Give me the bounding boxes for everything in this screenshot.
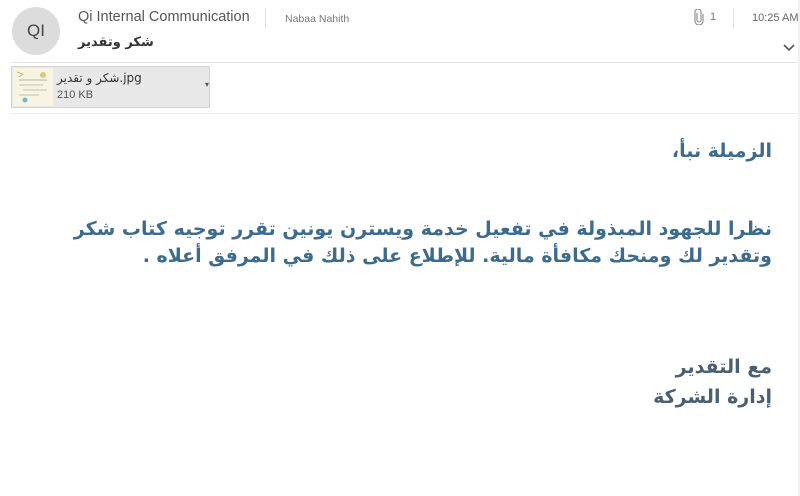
- avatar[interactable]: QI: [12, 7, 60, 55]
- recipient-name[interactable]: Nabaa Nahith: [285, 13, 349, 25]
- attachment-count[interactable]: 1: [694, 9, 716, 25]
- attachment-count-label: 1: [710, 11, 717, 23]
- attachment-menu-chevron-icon[interactable]: ▾: [205, 80, 209, 89]
- divider: [733, 8, 734, 28]
- attachment-thumbnail: [13, 68, 53, 106]
- divider: [10, 62, 800, 63]
- sender-name[interactable]: Qi Internal Communication: [78, 9, 250, 25]
- signature: إدارة الشركة: [653, 386, 772, 408]
- attachment-file-size: 210 KB: [57, 89, 94, 101]
- body-paragraph: نظرا للجهود المبذولة في تفعيل خدمة ويستر…: [73, 218, 772, 267]
- subject-line: شكر وتقدير: [78, 35, 154, 50]
- attachment-file-name: شكر و تقدير.jpg: [57, 71, 142, 85]
- divider: [265, 8, 266, 28]
- message-header: QI Qi Internal Communication Nabaa Nahit…: [0, 0, 800, 62]
- received-time: 10:25 AM: [752, 12, 799, 24]
- closing: مع التقدير: [675, 356, 772, 378]
- divider: [10, 113, 800, 114]
- chevron-down-icon[interactable]: [782, 42, 796, 54]
- attachment-card[interactable]: شكر و تقدير.jpg 210 KB ▾: [11, 66, 210, 108]
- paperclip-icon: [694, 9, 704, 25]
- greeting: الزميلة نبأ،: [671, 140, 772, 162]
